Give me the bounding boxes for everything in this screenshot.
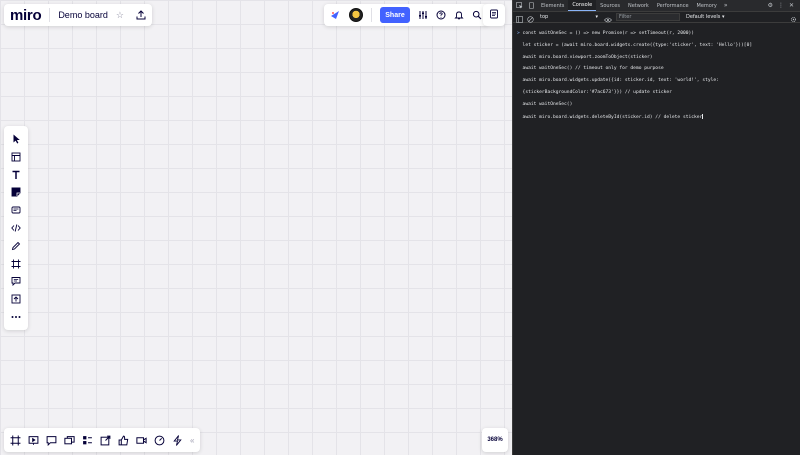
- star-icon[interactable]: ☆: [116, 10, 124, 21]
- pen-icon[interactable]: [6, 239, 26, 253]
- lightning-icon[interactable]: [172, 434, 183, 446]
- eye-icon[interactable]: [604, 8, 612, 27]
- chevron-down-icon: ▾: [595, 14, 598, 20]
- bottom-toolbar: «: [4, 428, 201, 452]
- frames-icon[interactable]: [10, 435, 21, 446]
- console-line: await miro.board.widgets.deleteById(stic…: [522, 113, 704, 120]
- console-line: await miro.board.viewport.zoomToObject(s…: [522, 54, 653, 60]
- select-tool-icon[interactable]: [6, 132, 26, 146]
- more-tools-icon[interactable]: [6, 310, 26, 324]
- timer-icon[interactable]: [154, 435, 165, 446]
- text-cursor: [702, 113, 704, 119]
- integrations-icon[interactable]: [100, 435, 111, 446]
- filter-input[interactable]: Filter: [616, 13, 680, 21]
- tab-network[interactable]: Network: [624, 0, 653, 11]
- share-button[interactable]: Share: [380, 7, 410, 23]
- console-filterbar: top ▾ Filter Default levels ▾: [513, 12, 800, 23]
- text-tool-icon[interactable]: [6, 168, 26, 182]
- templates-icon[interactable]: [6, 150, 26, 164]
- miro-logo[interactable]: miro: [10, 7, 42, 24]
- console-output[interactable]: > const waitOneSec = () => new Promise(r…: [513, 23, 800, 132]
- board-header-panel: miro Demo board ☆: [4, 4, 152, 26]
- zoom-level: 368%: [487, 437, 503, 443]
- card-icon[interactable]: [6, 203, 26, 217]
- more-tabs-icon[interactable]: »: [721, 0, 731, 11]
- left-toolbar: [4, 126, 28, 330]
- console-settings-icon[interactable]: [790, 8, 797, 27]
- bell-icon[interactable]: [454, 10, 464, 20]
- board-content-list-button[interactable]: [483, 4, 505, 26]
- video-icon[interactable]: [136, 435, 147, 446]
- comment-icon[interactable]: [6, 274, 26, 288]
- export-icon[interactable]: [136, 10, 146, 20]
- embed-code-icon[interactable]: [6, 221, 26, 235]
- context-value: top: [540, 14, 549, 20]
- console-line: {stickerBackgroundColor:'#7ac673'}}) // …: [522, 89, 672, 95]
- settings-sliders-icon[interactable]: [418, 10, 428, 20]
- sidebar-toggle-icon[interactable]: [516, 8, 523, 27]
- context-select[interactable]: top ▾: [538, 13, 600, 21]
- console-line: let sticker = (await miro.board.widgets.…: [522, 42, 753, 48]
- tab-memory[interactable]: Memory: [693, 0, 721, 11]
- console-line: > const waitOneSec = () => new Promise(r…: [517, 30, 695, 36]
- reactions-icon[interactable]: [330, 10, 341, 20]
- clear-console-icon[interactable]: [527, 8, 534, 27]
- search-icon[interactable]: [472, 10, 482, 20]
- present-icon[interactable]: [28, 435, 39, 446]
- tab-console[interactable]: Console: [568, 0, 597, 11]
- help-icon[interactable]: [436, 10, 446, 20]
- kanban-icon[interactable]: [82, 435, 93, 446]
- thumbs-up-icon[interactable]: [118, 435, 129, 446]
- divider: [49, 8, 51, 22]
- console-line: await waitOneSec() // timeout only for d…: [522, 66, 664, 72]
- list-icon: [489, 6, 499, 24]
- board-actions-panel: Share: [324, 4, 488, 26]
- gear-icon[interactable]: ⚙: [768, 2, 773, 9]
- log-levels-select[interactable]: Default levels ▾: [686, 14, 724, 20]
- kebab-menu-icon[interactable]: ⋮: [778, 2, 784, 9]
- comments-icon[interactable]: [46, 435, 57, 446]
- sticky-note-icon[interactable]: [6, 185, 26, 199]
- frame-icon[interactable]: [6, 257, 26, 271]
- upload-icon[interactable]: [6, 292, 26, 306]
- tab-elements[interactable]: Elements: [537, 0, 568, 11]
- console-line: await waitOneSec(): [522, 101, 573, 107]
- board-title[interactable]: Demo board: [58, 10, 108, 20]
- zoom-control[interactable]: 368%: [482, 428, 508, 452]
- divider: [371, 8, 372, 22]
- console-line: await miro.board.widgets.update({id: sti…: [522, 78, 719, 84]
- devtools-tabbar: Elements Console Sources Network Perform…: [513, 0, 800, 12]
- cards-icon[interactable]: [64, 435, 75, 446]
- tab-performance[interactable]: Performance: [653, 0, 693, 11]
- collapse-toolbar-icon[interactable]: «: [190, 436, 194, 445]
- avatar[interactable]: [349, 8, 363, 22]
- devtools-panel: Elements Console Sources Network Perform…: [512, 0, 800, 455]
- miro-board-canvas[interactable]: miro Demo board ☆ Share « 368%: [0, 0, 512, 455]
